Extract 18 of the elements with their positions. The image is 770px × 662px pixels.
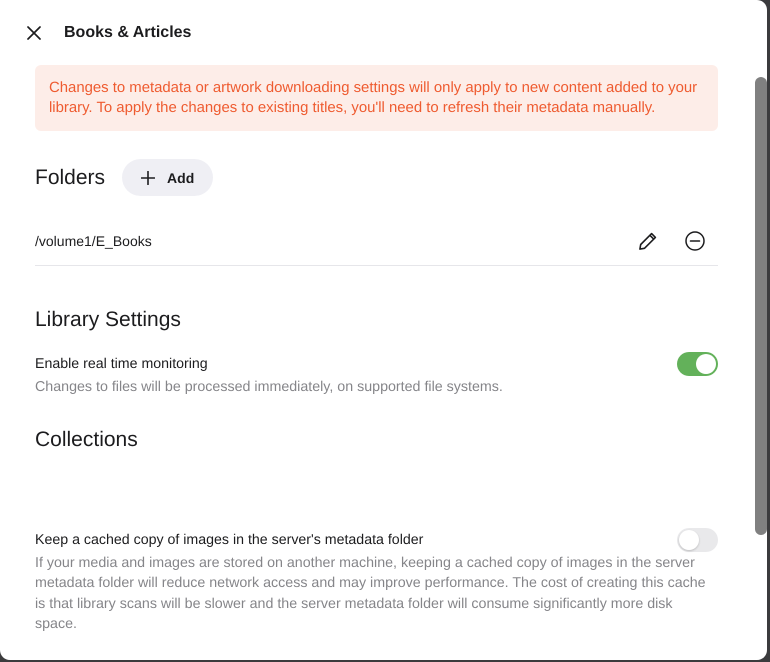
- plus-icon: [141, 170, 156, 184]
- close-icon[interactable]: [27, 26, 41, 40]
- setting-label: Enable real time monitoring: [35, 355, 208, 374]
- notice-banner: Changes to metadata or artwork downloading settings will only apply to new content added to your library. To apply the changes to existing titles, you'll need to refresh their metadata manually.: [35, 65, 718, 131]
- remove-icon[interactable]: [685, 231, 705, 251]
- folder-path: /volume1/E_Books: [35, 233, 153, 249]
- section-heading: Library Settings: [35, 307, 182, 333]
- section-heading: Collections: [35, 426, 139, 453]
- dialog-title: Books & Articles: [64, 24, 192, 42]
- section-heading: Folders: [35, 164, 106, 190]
- setting-description: Changes to files will be processed immediately, on supported file systems.: [35, 378, 504, 397]
- toggle-switch[interactable]: [677, 528, 718, 552]
- scrollbar-thumb[interactable]: [755, 77, 767, 535]
- setting-label: Keep a cached copy of images in the server's metadata folder: [35, 530, 424, 550]
- add-button[interactable]: Add: [122, 159, 214, 196]
- toggle-switch[interactable]: [677, 352, 718, 376]
- setting-description: If your media and images are stored on another machine, keeping a cached copy of images in the server metadata folder will reduce network access and may improve performance. The cost of creating this cache is that library scans will be slower and the server metadata folder will consume significantly more disk space.: [35, 554, 707, 634]
- pencil-icon[interactable]: [638, 231, 658, 251]
